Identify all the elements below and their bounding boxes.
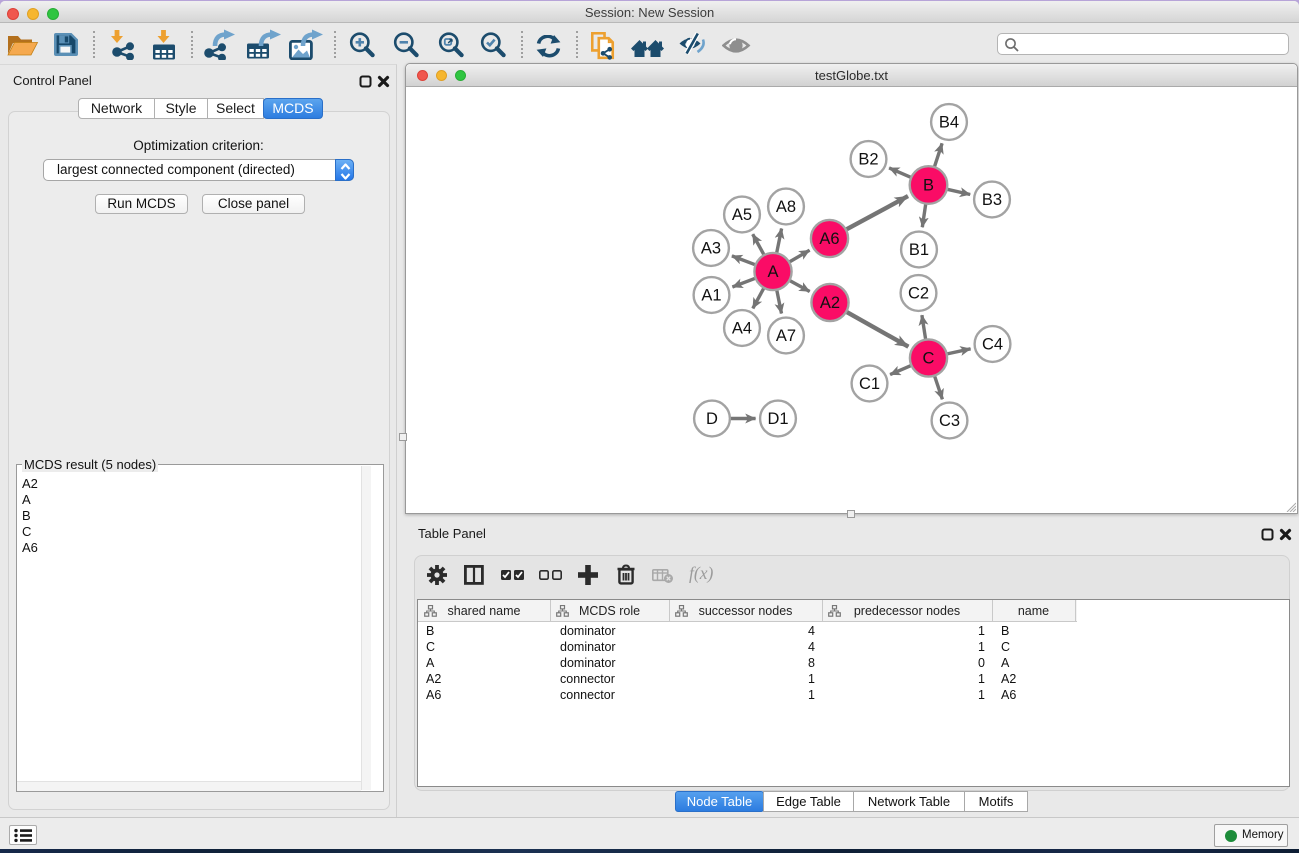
svg-text:B: B	[923, 177, 934, 195]
svg-text:D: D	[706, 410, 718, 428]
svg-text:A3: A3	[701, 240, 721, 258]
svg-text:A8: A8	[776, 198, 796, 216]
svg-text:A6: A6	[819, 230, 839, 248]
svg-text:C1: C1	[859, 375, 880, 393]
svg-text:C: C	[923, 350, 935, 368]
svg-text:C3: C3	[939, 412, 960, 430]
svg-text:B1: B1	[909, 241, 929, 259]
svg-text:A1: A1	[701, 287, 721, 305]
svg-text:B4: B4	[939, 114, 959, 132]
svg-text:B2: B2	[858, 151, 878, 169]
svg-text:B3: B3	[982, 191, 1002, 209]
svg-text:A4: A4	[732, 320, 752, 338]
svg-text:A: A	[767, 263, 778, 281]
svg-text:A5: A5	[732, 206, 752, 224]
svg-text:C2: C2	[908, 285, 929, 303]
svg-text:C4: C4	[982, 336, 1003, 354]
svg-text:A7: A7	[776, 327, 796, 345]
svg-text:A2: A2	[820, 294, 840, 312]
svg-text:D1: D1	[767, 410, 788, 428]
